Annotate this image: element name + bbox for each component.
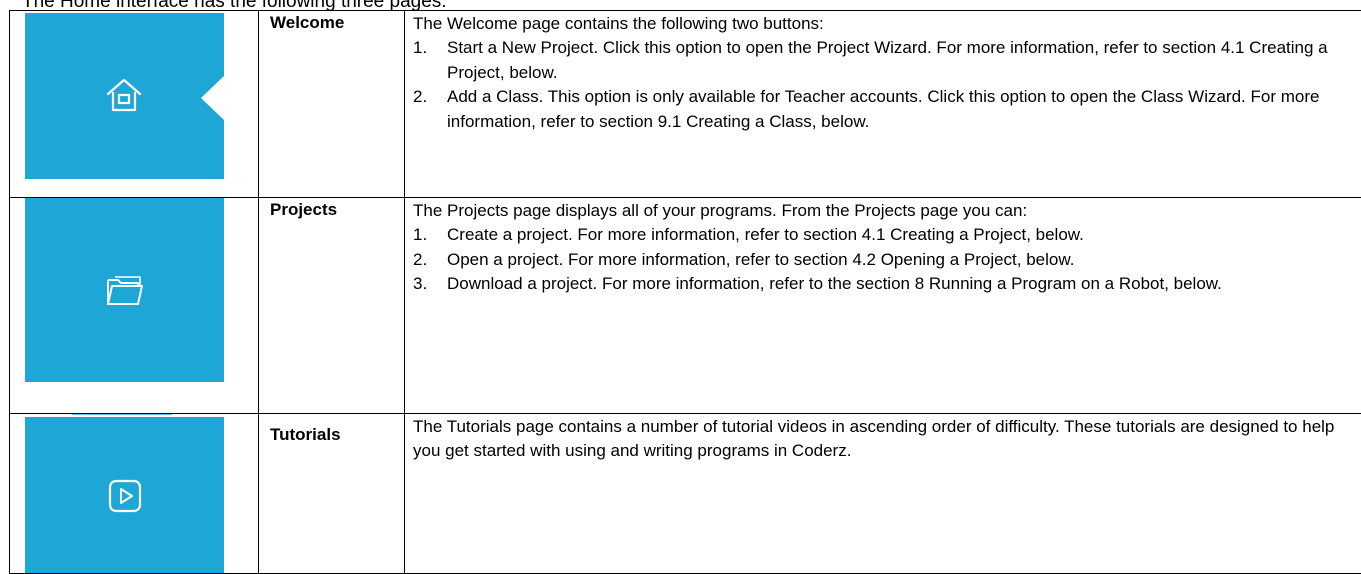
welcome-summary: The Welcome page contains the following … xyxy=(413,12,1351,36)
icon-cell-projects xyxy=(10,198,259,414)
projects-action-list: 1. Create a project. For more informatio… xyxy=(413,223,1351,296)
folder-icon xyxy=(105,273,145,307)
active-indicator xyxy=(201,76,224,120)
table-row-tutorials: Tutorials The Tutorials page contains a … xyxy=(10,414,1361,574)
list-item: 2. Open a project. For more information,… xyxy=(413,248,1351,272)
list-number: 2. xyxy=(413,248,427,272)
page-name-tutorials: Tutorials xyxy=(259,414,404,447)
list-item: 1. Create a project. For more informatio… xyxy=(413,223,1351,247)
name-cell-projects: Projects xyxy=(259,198,405,414)
description-cell-projects: The Projects page displays all of your p… xyxy=(405,198,1361,414)
list-number: 1. xyxy=(413,223,427,247)
icon-cell-tutorials xyxy=(10,414,259,574)
list-item: 3. Download a project. For more informat… xyxy=(413,272,1351,296)
name-cell-welcome: Welcome xyxy=(259,11,405,198)
tutorials-tile xyxy=(25,417,224,574)
home-pages-table: Welcome The Welcome page contains the fo… xyxy=(9,10,1361,574)
list-item-text: Create a project. For more information, … xyxy=(447,225,1084,244)
list-item-text: Add a Class. This option is only availab… xyxy=(447,87,1319,130)
description-cell-tutorials: The Tutorials page contains a number of … xyxy=(405,414,1361,574)
play-icon xyxy=(108,479,142,513)
page-name-projects: Projects xyxy=(259,198,404,222)
table-row-projects: Projects The Projects page displays all … xyxy=(10,198,1361,414)
tile-divider xyxy=(72,198,172,199)
list-number: 2. xyxy=(413,85,427,109)
list-number: 3. xyxy=(413,272,427,296)
tile-divider xyxy=(72,414,172,416)
table-row-welcome: Welcome The Welcome page contains the fo… xyxy=(10,11,1361,198)
list-item-text: Download a project. For more information… xyxy=(447,274,1222,293)
list-item: 2. Add a Class. This option is only avai… xyxy=(413,85,1351,134)
tutorials-summary: The Tutorials page contains a number of … xyxy=(413,415,1351,464)
welcome-button-list: 1. Start a New Project. Click this optio… xyxy=(413,36,1351,134)
list-item-text: Open a project. For more information, re… xyxy=(447,250,1074,269)
list-item: 1. Start a New Project. Click this optio… xyxy=(413,36,1351,85)
page-name-welcome: Welcome xyxy=(259,11,404,35)
list-item-text: Start a New Project. Click this option t… xyxy=(447,38,1328,81)
name-cell-tutorials: Tutorials xyxy=(259,414,405,574)
projects-summary: The Projects page displays all of your p… xyxy=(413,199,1351,223)
icon-cell-welcome xyxy=(10,11,259,198)
description-cell-welcome: The Welcome page contains the following … xyxy=(405,11,1361,198)
welcome-tile xyxy=(25,13,224,179)
projects-tile xyxy=(25,198,224,382)
list-number: 1. xyxy=(413,36,427,60)
home-icon xyxy=(105,76,143,114)
